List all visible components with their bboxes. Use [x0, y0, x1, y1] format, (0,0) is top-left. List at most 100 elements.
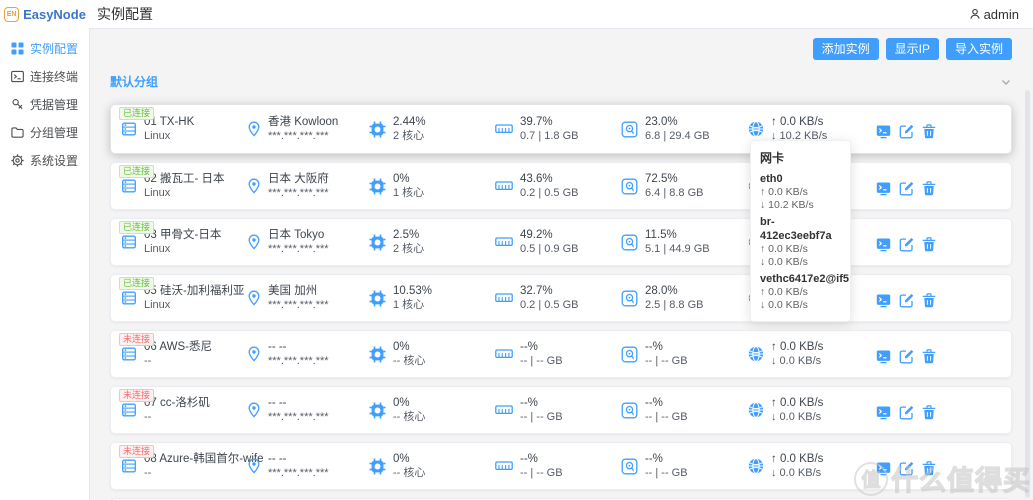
server-location: 香港 Kowloon — [268, 115, 338, 129]
cpu-usage: 0% — [393, 172, 424, 186]
memory-icon — [495, 179, 513, 193]
cpu-cores: 2 核心 — [393, 242, 424, 256]
top-header: EN EasyNode 实例配置 admin — [0, 0, 1033, 28]
server-card: 已连接 03 甲骨文-日本 Linux 日本 Tokyo ***.***.***… — [110, 218, 1012, 266]
interface-down-rate: ↓ 0.0 KB/s — [760, 256, 841, 269]
server-ip: ***.***.***.*** — [268, 129, 338, 143]
cpu-usage: 0% — [393, 340, 425, 354]
import-instance-button[interactable]: 导入实例 — [946, 38, 1012, 60]
memory-usage-percent: 32.7% — [520, 284, 579, 298]
delete-button[interactable] — [922, 405, 936, 420]
network-globe-icon[interactable] — [748, 121, 764, 137]
disk-usage-percent: --% — [645, 396, 688, 410]
header-divider — [90, 28, 1033, 29]
chevron-down-icon[interactable] — [1000, 76, 1012, 88]
location-pin-icon — [247, 234, 261, 250]
sidebar-item-label: 分组管理 — [30, 124, 78, 141]
sidebar-item-terminal[interactable]: 连接终端 — [0, 62, 89, 90]
terminal-button[interactable] — [876, 293, 891, 308]
network-globe-icon[interactable] — [748, 402, 764, 418]
delete-button[interactable] — [922, 237, 936, 252]
sidebar-item-groups[interactable]: 分组管理 — [0, 118, 89, 146]
interface-name: br-412ec3eebf7a — [760, 215, 841, 243]
memory-usage-gb: 0.7 | 1.8 GB — [520, 129, 579, 143]
server-name: 05 硅沃-加利福利亚 — [144, 284, 244, 298]
cpu-icon — [369, 121, 386, 138]
location-pin-icon — [247, 458, 261, 474]
terminal-button[interactable] — [876, 237, 891, 252]
cpu-icon — [369, 346, 386, 363]
main-content: 添加实例 显示IP 导入实例 默认分组 已连接 01 TX-HK Linux — [90, 29, 1033, 500]
memory-icon — [495, 347, 513, 361]
interface-up-rate: ↑ 0.0 KB/s — [760, 286, 841, 299]
server-ip: ***.***.***.*** — [268, 298, 329, 312]
server-name: 06 AWS-悉尼 — [144, 340, 212, 354]
server-icon — [121, 178, 137, 194]
logo-text: EasyNode — [23, 7, 86, 22]
server-icon — [121, 290, 137, 306]
location-pin-icon — [247, 290, 261, 306]
cpu-usage: 2.44% — [393, 115, 426, 129]
network-globe-icon[interactable] — [748, 458, 764, 474]
terminal-button[interactable] — [876, 405, 891, 420]
interface-down-rate: ↓ 10.2 KB/s — [760, 199, 841, 212]
group-name[interactable]: 默认分组 — [110, 73, 158, 90]
delete-button[interactable] — [922, 349, 936, 364]
delete-button[interactable] — [922, 124, 936, 139]
sidebar-item-settings[interactable]: 系统设置 — [0, 146, 89, 174]
disk-usage-gb: 2.5 | 8.8 GB — [645, 298, 704, 312]
network-globe-icon[interactable] — [748, 346, 764, 362]
edit-button[interactable] — [899, 124, 914, 139]
disk-icon — [621, 178, 638, 195]
server-ip: ***.***.***.*** — [268, 410, 329, 424]
interface-name: vethc6417e2@if5 — [760, 272, 841, 286]
terminal-button[interactable] — [876, 461, 891, 476]
delete-button[interactable] — [922, 461, 936, 476]
delete-button[interactable] — [922, 293, 936, 308]
net-down-rate: ↓ 0.0 KB/s — [771, 410, 823, 424]
edit-button[interactable] — [899, 181, 914, 196]
network-tooltip-title: 网卡 — [760, 149, 841, 166]
delete-button[interactable] — [922, 181, 936, 196]
app-logo: EN EasyNode — [0, 0, 90, 28]
terminal-button[interactable] — [876, 349, 891, 364]
edit-button[interactable] — [899, 405, 914, 420]
edit-button[interactable] — [899, 461, 914, 476]
memory-usage-gb: 0.5 | 0.9 GB — [520, 242, 579, 256]
interface-up-rate: ↑ 0.0 KB/s — [760, 243, 841, 256]
server-os: Linux — [144, 242, 221, 256]
terminal-button[interactable] — [876, 124, 891, 139]
status-badge: 已连接 — [119, 165, 154, 178]
net-up-rate: ↑ 0.0 KB/s — [771, 340, 823, 354]
server-name: 08 Azure-韩国首尔-wife — [144, 452, 264, 466]
net-up-rate: ↑ 0.0 KB/s — [771, 452, 823, 466]
interface-down-rate: ↓ 0.0 KB/s — [760, 299, 841, 312]
cpu-icon — [369, 402, 386, 419]
server-icon — [121, 346, 137, 362]
cpu-cores: 1 核心 — [393, 298, 432, 312]
edit-button[interactable] — [899, 237, 914, 252]
net-up-rate: ↑ 0.0 KB/s — [771, 115, 827, 129]
memory-usage-percent: 43.6% — [520, 172, 579, 186]
sidebar-item-credentials[interactable]: 凭据管理 — [0, 90, 89, 118]
terminal-button[interactable] — [876, 181, 891, 196]
disk-icon — [621, 290, 638, 307]
disk-icon — [621, 458, 638, 475]
sidebar-item-instance-config[interactable]: 实例配置 — [0, 34, 89, 62]
disk-usage-percent: 11.5% — [645, 228, 710, 242]
scrollbar[interactable] — [1025, 90, 1030, 498]
edit-button[interactable] — [899, 293, 914, 308]
server-ip: ***.***.***.*** — [268, 186, 329, 200]
edit-button[interactable] — [899, 349, 914, 364]
user-menu[interactable]: admin — [969, 0, 1019, 28]
memory-usage-gb: -- | -- GB — [520, 410, 563, 424]
show-ip-button[interactable]: 显示IP — [886, 38, 939, 60]
disk-usage-gb: 5.1 | 44.9 GB — [645, 242, 710, 256]
net-down-rate: ↓ 0.0 KB/s — [771, 466, 823, 480]
server-ip: ***.***.***.*** — [268, 466, 329, 480]
add-instance-button[interactable]: 添加实例 — [813, 38, 879, 60]
server-location: 日本 Tokyo — [268, 228, 329, 242]
server-card: 已连接 02 搬瓦工- 日本 Linux 日本 大阪府 ***.***.***.… — [110, 162, 1012, 210]
status-badge: 未连接 — [119, 389, 154, 402]
server-location: -- -- — [268, 340, 329, 354]
